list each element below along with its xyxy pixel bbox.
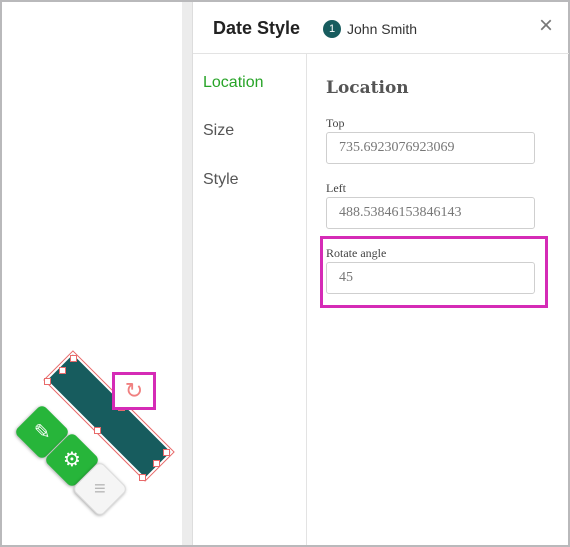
left-label: Left: [326, 181, 346, 195]
resize-handle[interactable]: [94, 427, 101, 434]
section-title: Location: [326, 78, 409, 98]
signature-icon: ✎: [33, 420, 51, 443]
trash-icon: ≡: [94, 477, 106, 500]
user-number-badge: 1: [323, 20, 341, 38]
resize-handle[interactable]: [139, 474, 146, 481]
rotate-angle-input[interactable]: 45: [326, 262, 535, 294]
resize-handle[interactable]: [153, 460, 160, 467]
panel-header: Date Style 1 John Smith ×: [193, 2, 569, 54]
resize-handle[interactable]: [163, 449, 170, 456]
left-input[interactable]: 488.53846153846143: [326, 197, 535, 229]
user-name: John Smith: [347, 21, 418, 37]
rotate-angle-label: Rotate angle: [326, 246, 387, 260]
date-style-panel: Date Style 1 John Smith × Location Size …: [192, 2, 569, 545]
location-content: Location Top 735.6923076923069 Left 488.…: [308, 54, 569, 545]
nav-item-style[interactable]: Style: [203, 171, 239, 189]
resize-handle[interactable]: [59, 367, 66, 374]
rotate-handle[interactable]: ↻: [112, 372, 156, 410]
rotate-icon: ↻: [124, 378, 144, 403]
nav-item-location[interactable]: Location: [203, 74, 264, 92]
gear-icon: ⚙: [63, 449, 81, 471]
resize-handle[interactable]: [44, 378, 51, 385]
nav-item-size[interactable]: Size: [203, 122, 234, 140]
panel-title: Date Style: [213, 18, 301, 38]
resize-handle[interactable]: [70, 355, 77, 362]
side-nav: Location Size Style: [193, 54, 307, 545]
top-input[interactable]: 735.6923076923069: [326, 132, 535, 164]
canvas-divider: [182, 2, 192, 545]
close-icon[interactable]: ×: [539, 14, 553, 38]
top-label: Top: [326, 116, 345, 130]
